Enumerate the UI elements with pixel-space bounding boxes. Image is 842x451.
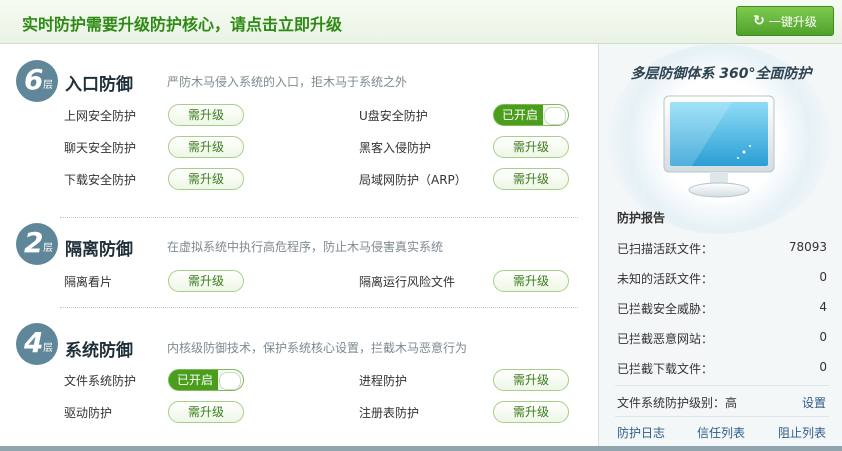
one-click-upgrade-button[interactable]: ↻ 一键升级 — [736, 6, 834, 36]
layer-unit: 层 — [43, 80, 53, 91]
layer-badge: 6 层 — [16, 60, 58, 102]
section-desc: 严防木马侵入系统的入口，拒木马于系统之外 — [167, 75, 408, 89]
stat-label: 已拦截安全威胁： — [617, 302, 714, 316]
stat-value: 0 — [819, 270, 827, 284]
upgrade-button-label: 一键升级 — [768, 14, 817, 29]
section-desc: 内核级防御技术，保护系统核心设置，拦截木马恶意行为 — [167, 341, 468, 355]
layer-unit: 层 — [43, 243, 53, 254]
item-label: 局域网防护（ARP） — [359, 173, 467, 187]
protection-window: 实时防护需要升级防护核心，请点击立即升级 ↻ 一键升级 6 层 入口防御 严防木… — [0, 0, 842, 451]
refresh-icon: ↻ — [753, 13, 765, 29]
stat-row: 已拦截恶意网站： 0 — [617, 330, 827, 350]
section-divider — [60, 307, 578, 308]
usb-protection-toggle[interactable]: 已开启 — [493, 104, 569, 126]
chat-protection-upgrade-button[interactable]: 需升级 — [168, 136, 244, 158]
stat-label: 已拦截下载文件： — [617, 362, 714, 376]
monitor-icon — [663, 95, 775, 198]
stat-value: 4 — [819, 300, 827, 314]
protection-level: 文件系统防护级别：高 — [617, 396, 738, 410]
registry-protection-upgrade-button[interactable]: 需升级 — [493, 401, 569, 423]
bottom-edge — [0, 446, 842, 451]
process-protection-upgrade-button[interactable]: 需升级 — [493, 369, 569, 391]
layer-count: 2 — [24, 226, 44, 259]
section-entry-defense: 6 层 入口防御 严防木马侵入系统的入口，拒木马于系统之外 上网安全防护 需升级… — [0, 44, 598, 214]
panel-divider — [615, 385, 829, 386]
layer-badge: 2 层 — [16, 223, 58, 265]
section-title: 隔离防御 — [65, 240, 133, 260]
section-title: 系统防御 — [65, 341, 133, 361]
layer-unit: 层 — [43, 343, 53, 354]
stat-value: 0 — [819, 330, 827, 344]
isolated-video-upgrade-button[interactable]: 需升级 — [168, 270, 244, 292]
arp-protection-upgrade-button[interactable]: 需升级 — [493, 168, 569, 190]
panel-title: 多层防御体系 360°全面防护 — [630, 66, 812, 82]
section-isolation-defense: 2 层 隔离防御 在虚拟系统中执行高危程序，防止木马侵害真实系统 隔离看片 需升… — [0, 220, 598, 320]
settings-link[interactable]: 设置 — [802, 394, 826, 411]
stat-label: 已扫描活跃文件： — [617, 242, 714, 256]
item-label: U盘安全防护 — [359, 109, 428, 123]
stat-row: 已拦截下载文件： 0 — [617, 360, 827, 380]
trust-list-link[interactable]: 信任列表 — [697, 424, 745, 441]
item-label: 隔离看片 — [64, 275, 113, 289]
item-label: 注册表防护 — [359, 406, 420, 420]
filesystem-protection-toggle[interactable]: 已开启 — [168, 369, 244, 391]
item-label: 驱动防护 — [64, 406, 113, 420]
protection-log-link[interactable]: 防护日志 — [617, 424, 665, 441]
block-list-link[interactable]: 阻止列表 — [778, 424, 826, 441]
warning-title: 实时防护需要升级防护核心，请点击立即升级 — [22, 15, 343, 34]
item-label: 进程防护 — [359, 374, 408, 388]
stat-label: 已拦截恶意网站： — [617, 332, 714, 346]
report-title: 防护报告 — [617, 211, 666, 225]
download-protection-upgrade-button[interactable]: 需升级 — [168, 168, 244, 190]
warning-bar: 实时防护需要升级防护核心，请点击立即升级 ↻ 一键升级 — [0, 0, 842, 44]
item-label: 上网安全防护 — [64, 109, 137, 123]
item-label: 隔离运行风险文件 — [359, 275, 456, 289]
section-desc: 在虚拟系统中执行高危程序，防止木马侵害真实系统 — [167, 240, 444, 254]
item-label: 下载安全防护 — [64, 173, 137, 187]
item-label: 黑客入侵防护 — [359, 141, 432, 155]
stat-label: 未知的活跃文件： — [617, 272, 714, 286]
layer-count: 6 — [24, 63, 44, 96]
hacker-protection-upgrade-button[interactable]: 需升级 — [493, 136, 569, 158]
stat-value: 0 — [819, 360, 827, 374]
layer-badge: 4 层 — [16, 323, 58, 365]
section-system-defense: 4 层 系统防御 内核级防御技术，保护系统核心设置，拦截木马恶意行为 文件系统防… — [0, 310, 598, 446]
stat-row: 已扫描活跃文件： 78093 — [617, 240, 827, 260]
section-title: 入口防御 — [65, 75, 133, 95]
item-label: 文件系统防护 — [64, 374, 137, 388]
layer-count: 4 — [24, 326, 44, 359]
section-divider — [60, 217, 578, 218]
panel-divider — [615, 416, 829, 417]
defense-layers-panel: 6 层 入口防御 严防木马侵入系统的入口，拒木马于系统之外 上网安全防护 需升级… — [0, 44, 598, 446]
web-protection-upgrade-button[interactable]: 需升级 — [168, 104, 244, 126]
item-label: 聊天安全防护 — [64, 141, 137, 155]
stat-value: 78093 — [788, 240, 827, 254]
stat-row: 未知的活跃文件： 0 — [617, 270, 827, 290]
driver-protection-upgrade-button[interactable]: 需升级 — [168, 401, 244, 423]
isolated-run-upgrade-button[interactable]: 需升级 — [493, 270, 569, 292]
stat-row: 已拦截安全威胁： 4 — [617, 300, 827, 320]
report-panel: 多层防御体系 360°全面防护 防护报告 已扫描活跃文件： 78093 未知的活… — [598, 44, 842, 446]
